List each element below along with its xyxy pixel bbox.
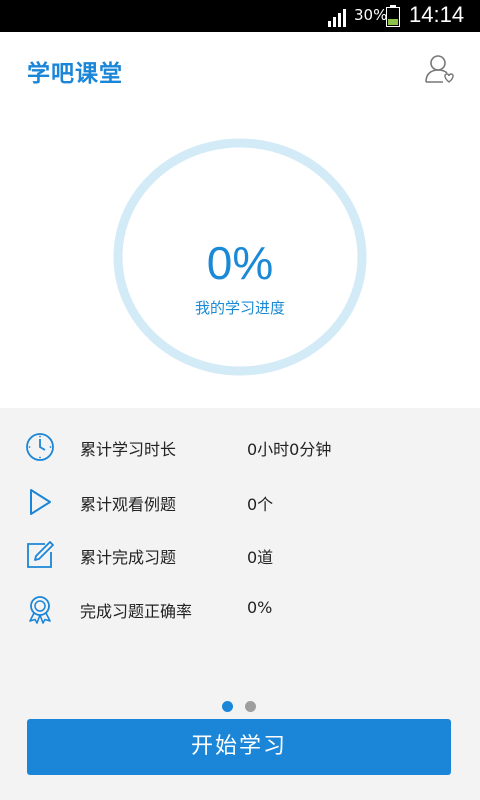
stat-row-exercises-completed: 累计完成习题 0道 <box>0 534 480 574</box>
stat-value: 0小时0分钟 <box>247 440 332 459</box>
stat-label: 完成习题正确率 <box>80 602 193 621</box>
page-dot-active[interactable] <box>222 701 233 712</box>
app-title: 学吧课堂 <box>27 61 123 87</box>
page-dot[interactable] <box>245 701 256 712</box>
signal-icon <box>328 9 346 27</box>
progress-section: 0% 我的学习进度 <box>0 108 480 408</box>
stat-row-accuracy: 完成习题正确率 0% <box>0 588 480 628</box>
stat-value: 0道 <box>247 548 274 567</box>
progress-label: 我的学习进度 <box>194 299 285 317</box>
stat-row-study-time: 累计学习时长 0小时0分钟 <box>0 426 480 466</box>
battery-percent: 30% <box>354 6 388 24</box>
stat-row-examples-watched: 累计观看例题 0个 <box>0 481 480 521</box>
start-learning-button[interactable]: 开始学习 <box>27 719 451 775</box>
stat-label: 累计完成习题 <box>80 548 177 567</box>
pencil-edit-icon <box>27 541 54 568</box>
stat-value: 0个 <box>247 495 274 514</box>
clock-icon <box>26 433 54 461</box>
stat-label: 累计观看例题 <box>80 495 177 514</box>
user-profile-icon[interactable] <box>423 52 457 86</box>
progress-percent: 0% <box>206 237 274 289</box>
status-bar: 30% 14:14 <box>0 0 480 32</box>
page-indicator <box>0 701 480 713</box>
battery-icon <box>386 5 400 27</box>
app-header: 学吧课堂 <box>0 32 480 108</box>
award-badge-icon <box>29 596 51 624</box>
stat-label: 累计学习时长 <box>80 440 177 459</box>
stat-value: 0% <box>247 598 273 617</box>
play-icon <box>30 489 51 515</box>
clock-time: 14:14 <box>409 2 465 27</box>
